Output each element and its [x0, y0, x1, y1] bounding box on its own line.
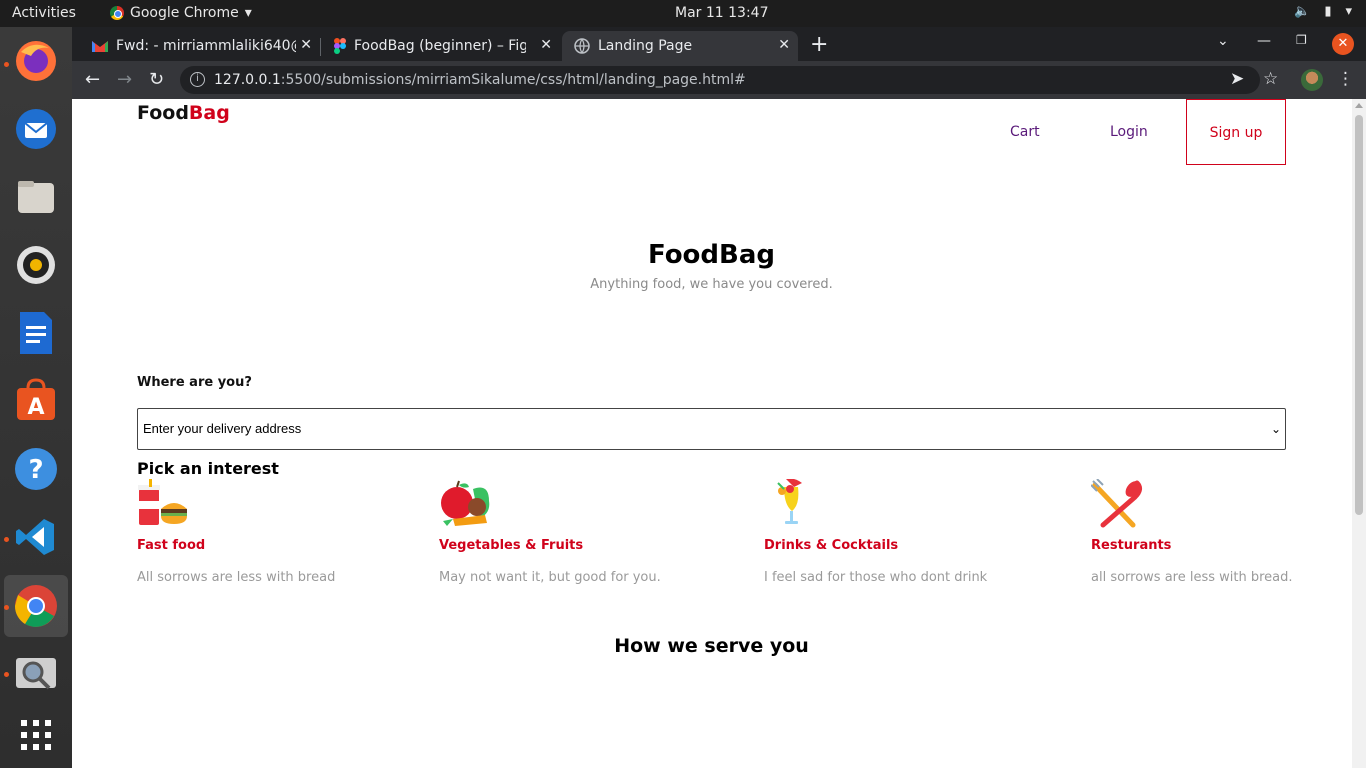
vscode-icon[interactable]: [12, 513, 60, 561]
chrome-icon[interactable]: [12, 582, 60, 630]
signup-button[interactable]: Sign up: [1186, 99, 1286, 165]
location-label: Where are you?: [137, 375, 252, 390]
logo-accent: Bag: [188, 102, 230, 124]
fruits-icon: [439, 479, 491, 529]
maximize-icon[interactable]: ❐: [1296, 33, 1307, 47]
close-tab-icon[interactable]: ✕: [540, 37, 552, 53]
address-bar[interactable]: i 127.0.0.1:5500/submissions/mirriamSika…: [180, 66, 1260, 94]
scroll-up-arrow-icon[interactable]: [1355, 103, 1363, 108]
interest-card-drinks-cocktails[interactable]: Drinks & Cocktails I feel sad for those …: [764, 478, 987, 585]
send-icon[interactable]: ➤: [1230, 69, 1244, 89]
dock: A ?: [0, 27, 72, 768]
interest-name: Drinks & Cocktails: [764, 538, 899, 553]
interest-name: Fast food: [137, 538, 206, 553]
back-icon[interactable]: ←: [85, 69, 100, 90]
tab-search-icon[interactable]: ⌄: [1217, 33, 1229, 49]
interest-card-vegetables-fruits[interactable]: Vegetables & Fruits May not want it, but…: [439, 479, 661, 585]
interest-description: all sorrows are less with bread.: [1091, 570, 1293, 585]
chrome-app-icon: [110, 6, 124, 20]
power-menu-icon: ▾: [1345, 4, 1352, 19]
new-tab-button[interactable]: +: [810, 32, 828, 57]
figma-icon: [334, 38, 346, 54]
help-icon[interactable]: ?: [12, 445, 60, 493]
fast-food-icon: [137, 479, 189, 529]
globe-icon: [574, 38, 590, 54]
running-indicator: [4, 672, 9, 677]
interest-name: Resturants: [1091, 538, 1172, 553]
running-indicator: [4, 605, 9, 610]
profile-avatar[interactable]: [1301, 69, 1323, 91]
tab-landing-page[interactable]: Landing Page ✕: [562, 31, 798, 61]
tab-title: Fwd: - mirriammlaliki640@: [116, 38, 296, 54]
system-top-bar: Activities Google Chrome ▾ Mar 11 13:47 …: [0, 0, 1366, 27]
browser-window: Fwd: - mirriammlaliki640@ ✕ FoodBag (beg…: [72, 27, 1366, 768]
url-path: :5500/submissions/mirriamSikalume/css/ht…: [280, 72, 746, 88]
interest-card-fast-food[interactable]: Fast food All sorrows are less with brea…: [137, 479, 335, 585]
close-tab-icon[interactable]: ✕: [778, 37, 790, 53]
close-tab-icon[interactable]: ✕: [300, 37, 312, 53]
chevron-down-icon: ▾: [244, 5, 252, 21]
address-select-value: Enter your delivery address: [143, 421, 302, 436]
interest-card-restaurants[interactable]: Resturants all sorrows are less with bre…: [1090, 478, 1293, 585]
scrollbar-thumb[interactable]: [1355, 115, 1363, 515]
tab-title: FoodBag (beginner) – Figma: [354, 38, 526, 54]
system-tray[interactable]: 🔈 ▮ ▾: [1294, 4, 1352, 19]
interest-description: May not want it, but good for you.: [439, 570, 661, 585]
gmail-icon: [92, 41, 108, 52]
reload-icon[interactable]: ↻: [149, 69, 164, 90]
chevron-down-icon: ⌄: [1270, 422, 1281, 436]
software-icon[interactable]: A: [12, 377, 60, 425]
cocktail-icon: [764, 478, 816, 529]
activities-button[interactable]: Activities: [12, 5, 76, 21]
tab-strip: Fwd: - mirriammlaliki640@ ✕ FoodBag (beg…: [72, 27, 1366, 61]
svg-text:?: ?: [28, 455, 43, 485]
tab-gmail[interactable]: Fwd: - mirriammlaliki640@ ✕: [80, 31, 320, 61]
thunderbird-icon[interactable]: [12, 105, 60, 153]
clock[interactable]: Mar 11 13:47: [675, 5, 768, 21]
files-icon[interactable]: [12, 173, 60, 221]
tab-title: Landing Page: [598, 38, 693, 54]
site-logo[interactable]: FoodBag: [137, 102, 230, 124]
delivery-address-select[interactable]: Enter your delivery address ⌄: [137, 408, 1286, 450]
interest-description: I feel sad for those who dont drink: [764, 570, 988, 585]
interest-name: Vegetables & Fruits: [439, 538, 584, 553]
interests-heading: Pick an interest: [137, 459, 279, 478]
rhythmbox-icon[interactable]: [12, 241, 60, 289]
page-viewport: FoodBag Cart Login Sign up FoodBag Anyth…: [72, 99, 1366, 768]
nav-cart-link[interactable]: Cart: [1010, 124, 1040, 140]
tab-figma[interactable]: FoodBag (beginner) – Figma ✕: [322, 31, 560, 61]
url-host: 127.0.0.1: [214, 72, 281, 88]
browser-toolbar: ← → ↻ i 127.0.0.1:5500/submissions/mirri…: [72, 61, 1366, 99]
bookmark-star-icon[interactable]: ☆: [1263, 69, 1278, 89]
close-window-icon[interactable]: ✕: [1332, 33, 1354, 55]
site-info-icon[interactable]: i: [190, 72, 205, 87]
writer-icon[interactable]: [12, 309, 60, 357]
logo-text: Food: [137, 102, 189, 124]
running-indicator: [4, 62, 9, 67]
firefox-icon[interactable]: [12, 37, 60, 85]
fork-knife-icon: [1090, 478, 1143, 529]
svg-text:A: A: [27, 395, 44, 420]
app-menu[interactable]: Google Chrome ▾: [110, 5, 252, 21]
interest-description: All sorrows are less with bread: [137, 570, 336, 585]
running-indicator: [4, 537, 9, 542]
battery-icon: ▮: [1324, 4, 1332, 19]
hero-subtitle: Anything food, we have you covered.: [590, 277, 833, 292]
app-menu-label: Google Chrome: [130, 5, 239, 21]
apps-grid-icon[interactable]: [12, 711, 60, 759]
more-menu-icon[interactable]: ⋮: [1337, 69, 1354, 89]
how-we-serve-heading: How we serve you: [614, 635, 809, 657]
tab-separator: [320, 38, 321, 56]
nav-login-link[interactable]: Login: [1110, 124, 1148, 140]
hero-title: FoodBag: [647, 240, 776, 270]
page-scrollbar[interactable]: [1352, 99, 1366, 768]
volume-icon: 🔈: [1294, 4, 1311, 19]
minimize-icon[interactable]: —: [1257, 33, 1271, 49]
forward-icon[interactable]: →: [117, 69, 132, 90]
screenshot-icon[interactable]: [12, 649, 60, 697]
